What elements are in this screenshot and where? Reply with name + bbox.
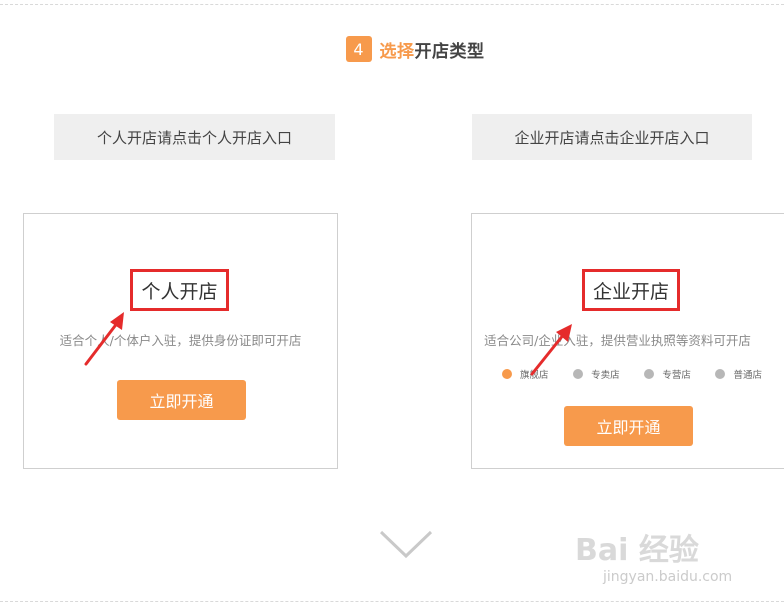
personal-store-title: 个人开店	[130, 269, 229, 311]
company-open-button[interactable]: 立即开通	[564, 406, 693, 446]
personal-store-desc: 适合个人/个体户入驻，提供身份证即可开店	[59, 333, 302, 348]
store-type-regular[interactable]: 普通店	[715, 367, 762, 381]
personal-open-button[interactable]: 立即开通	[117, 380, 246, 420]
store-type-specialty[interactable]: 专营店	[644, 367, 691, 381]
step-title: 选择开店类型	[380, 37, 485, 62]
personal-store-card[interactable]: 个人开店 适合个人/个体户入驻，提供身份证即可开店 立即开通	[23, 213, 338, 469]
step-title-accent: 选择	[379, 41, 415, 62]
personal-entry-label: 个人开店请点击个人开店入口	[54, 114, 335, 160]
store-type-label: 专卖店	[591, 370, 620, 381]
baidu-watermark-logo: Bai 经验 jingyan.baidu.com	[575, 525, 775, 595]
store-type-label: 普通店	[733, 370, 762, 381]
store-type-label: 专营店	[662, 370, 691, 381]
unselected-dot-icon	[715, 369, 726, 379]
watermark-logo-text: Bai 经验	[575, 533, 699, 568]
chevron-down-icon[interactable]	[378, 528, 434, 562]
company-entry-label: 企业开店请点击企业开店入口	[472, 114, 752, 160]
red-arrow-icon	[530, 324, 572, 376]
step-header: 4 选择开店类型	[0, 36, 784, 62]
unselected-dot-icon	[644, 369, 655, 379]
selected-dot-icon	[502, 369, 512, 379]
red-arrow-icon	[84, 312, 124, 366]
top-divider	[0, 4, 784, 5]
watermark-url: jingyan.baidu.com	[603, 569, 733, 585]
store-type-exclusive[interactable]: 专卖店	[573, 367, 620, 381]
company-store-title: 企业开店	[582, 269, 680, 311]
company-store-card[interactable]: 企业开店 适合公司/企业入驻，提供营业执照等资料可开店 旗舰店 专卖店 专营店 …	[471, 213, 784, 469]
step-number-badge: 4	[345, 36, 372, 62]
step-title-rest: 开店类型	[414, 41, 485, 62]
company-store-desc: 适合公司/企业入驻，提供营业执照等资料可开店	[484, 333, 751, 348]
bottom-divider	[0, 601, 784, 602]
